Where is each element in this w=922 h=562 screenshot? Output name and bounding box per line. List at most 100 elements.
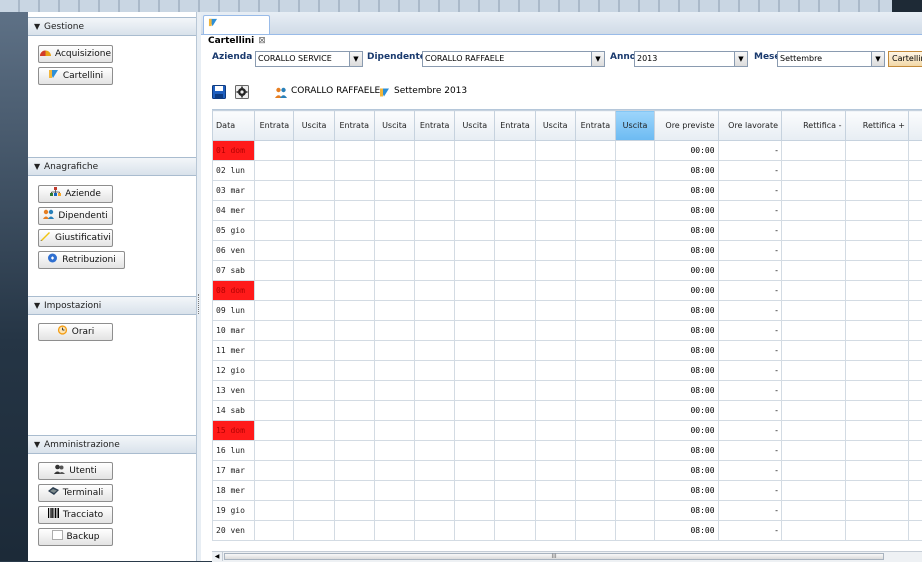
time-cell[interactable] xyxy=(255,381,294,401)
time-cell[interactable] xyxy=(415,141,455,161)
time-cell[interactable] xyxy=(374,441,414,461)
column-header[interactable]: Uscita xyxy=(455,111,495,141)
time-cell[interactable] xyxy=(535,141,575,161)
time-cell[interactable] xyxy=(575,421,615,441)
time-cell[interactable] xyxy=(908,181,922,201)
time-cell[interactable] xyxy=(255,241,294,261)
time-cell[interactable] xyxy=(415,421,455,441)
time-cell[interactable] xyxy=(908,281,922,301)
time-cell[interactable] xyxy=(908,381,922,401)
time-cell[interactable] xyxy=(415,321,455,341)
table-row[interactable]: 06 ven08:00- xyxy=(213,241,922,261)
time-cell[interactable] xyxy=(455,421,495,441)
ore-lavorate-cell[interactable]: - xyxy=(718,161,781,181)
time-cell[interactable] xyxy=(374,221,414,241)
time-cell[interactable] xyxy=(845,481,908,501)
time-cell[interactable] xyxy=(908,221,922,241)
ore-previste-cell[interactable]: 08:00 xyxy=(655,501,718,521)
time-cell[interactable] xyxy=(455,341,495,361)
time-cell[interactable] xyxy=(845,521,908,541)
date-cell[interactable]: 06 ven xyxy=(213,241,255,261)
time-cell[interactable] xyxy=(294,341,334,361)
time-cell[interactable] xyxy=(294,381,334,401)
column-header[interactable]: Entrata xyxy=(334,111,374,141)
time-cell[interactable] xyxy=(845,381,908,401)
save-icon[interactable] xyxy=(212,85,226,99)
time-cell[interactable] xyxy=(495,481,535,501)
table-row[interactable]: 16 lun08:00- xyxy=(213,441,922,461)
time-cell[interactable] xyxy=(535,301,575,321)
time-cell[interactable] xyxy=(294,421,334,441)
time-cell[interactable] xyxy=(495,441,535,461)
ore-lavorate-cell[interactable]: - xyxy=(718,361,781,381)
time-cell[interactable] xyxy=(908,321,922,341)
column-header[interactable]: Data xyxy=(213,111,255,141)
ore-previste-cell[interactable]: 08:00 xyxy=(655,441,718,461)
time-cell[interactable] xyxy=(455,161,495,181)
table-row[interactable]: 17 mar08:00- xyxy=(213,461,922,481)
time-cell[interactable] xyxy=(415,221,455,241)
column-header[interactable]: Entrata xyxy=(255,111,294,141)
time-cell[interactable] xyxy=(782,261,845,281)
ore-previste-cell[interactable]: 00:00 xyxy=(655,281,718,301)
time-cell[interactable] xyxy=(615,361,654,381)
time-cell[interactable] xyxy=(255,481,294,501)
table-row[interactable]: 15 dom00:00- xyxy=(213,421,922,441)
time-cell[interactable] xyxy=(334,221,374,241)
time-cell[interactable] xyxy=(495,521,535,541)
time-cell[interactable] xyxy=(845,261,908,281)
column-header[interactable]: Ore lavorate xyxy=(718,111,781,141)
date-cell[interactable]: 17 mar xyxy=(213,461,255,481)
time-cell[interactable] xyxy=(334,261,374,281)
time-cell[interactable] xyxy=(495,341,535,361)
time-cell[interactable] xyxy=(455,501,495,521)
time-cell[interactable] xyxy=(415,501,455,521)
time-cell[interactable] xyxy=(535,421,575,441)
time-cell[interactable] xyxy=(908,401,922,421)
time-cell[interactable] xyxy=(495,421,535,441)
table-row[interactable]: 20 ven08:00- xyxy=(213,521,922,541)
time-cell[interactable] xyxy=(782,221,845,241)
time-cell[interactable] xyxy=(495,401,535,421)
time-cell[interactable] xyxy=(782,361,845,381)
section-header-impostazioni[interactable]: ▼Impostazioni xyxy=(28,296,196,315)
time-cell[interactable] xyxy=(334,481,374,501)
time-cell[interactable] xyxy=(255,501,294,521)
acquisizione-button[interactable]: Acquisizione xyxy=(38,45,113,63)
date-cell[interactable]: 08 dom xyxy=(213,281,255,301)
time-cell[interactable] xyxy=(415,361,455,381)
time-cell[interactable] xyxy=(495,301,535,321)
time-cell[interactable] xyxy=(334,421,374,441)
date-cell[interactable]: 11 mer xyxy=(213,341,255,361)
time-cell[interactable] xyxy=(495,281,535,301)
column-header[interactable]: Rettifica + xyxy=(845,111,908,141)
backup-button[interactable]: Backup xyxy=(38,528,113,546)
time-cell[interactable] xyxy=(845,441,908,461)
table-row[interactable]: 11 mer08:00- xyxy=(213,341,922,361)
time-cell[interactable] xyxy=(374,481,414,501)
time-cell[interactable] xyxy=(374,521,414,541)
time-cell[interactable] xyxy=(455,301,495,321)
ore-lavorate-cell[interactable]: - xyxy=(718,441,781,461)
ore-previste-cell[interactable]: 08:00 xyxy=(655,241,718,261)
time-cell[interactable] xyxy=(374,301,414,321)
time-cell[interactable] xyxy=(334,441,374,461)
time-cell[interactable] xyxy=(455,401,495,421)
time-cell[interactable] xyxy=(845,501,908,521)
ore-previste-cell[interactable]: 08:00 xyxy=(655,321,718,341)
column-header[interactable]: Entrata xyxy=(575,111,615,141)
table-row[interactable]: 01 dom00:00- xyxy=(213,141,922,161)
time-cell[interactable] xyxy=(782,201,845,221)
time-cell[interactable] xyxy=(255,321,294,341)
time-cell[interactable] xyxy=(845,241,908,261)
cartellini-button[interactable]: Cartellini xyxy=(38,67,113,85)
time-cell[interactable] xyxy=(334,521,374,541)
time-cell[interactable] xyxy=(255,161,294,181)
time-cell[interactable] xyxy=(782,141,845,161)
time-cell[interactable] xyxy=(908,501,922,521)
time-cell[interactable] xyxy=(615,421,654,441)
time-cell[interactable] xyxy=(575,401,615,421)
ore-lavorate-cell[interactable]: - xyxy=(718,141,781,161)
column-header[interactable]: Rettifica - xyxy=(782,111,845,141)
time-cell[interactable] xyxy=(415,161,455,181)
